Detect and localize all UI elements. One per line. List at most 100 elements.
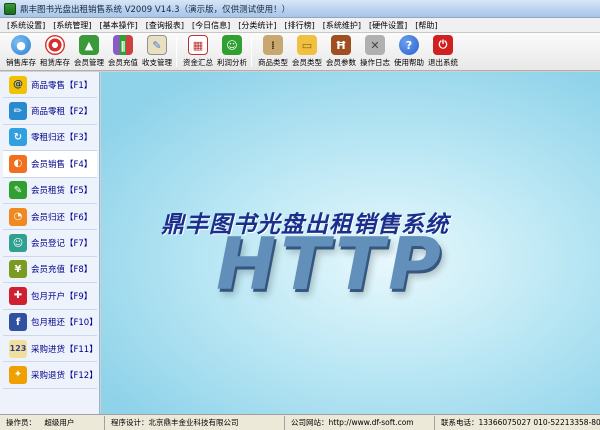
menu-bar: [系统设置] [系统管理] [基本操作] [查询报表] [今日信息] [分类统计… bbox=[0, 18, 600, 33]
rss-icon: ◔ bbox=[9, 207, 27, 226]
numbers-icon: 123 bbox=[9, 339, 27, 358]
sidebar-item-member-recharge[interactable]: ¥ 会员充值【F8】 bbox=[3, 257, 97, 284]
sidebar-item-monthly-open[interactable]: ✚ 包月开户【F9】 bbox=[3, 283, 97, 310]
status-operator: 操作员： 超级用户 bbox=[0, 415, 105, 430]
toolbar-product-types-button[interactable]: ⁞ 商品类型 bbox=[256, 35, 290, 68]
status-phone: 联系电话：13366075027 010-52213358-801 bbox=[441, 417, 600, 427]
toolbar: ● 销售库存 租赁库存 ▲ 会员管理 ‖ 会员充值 ✎ 收支管理 ▦ 资金汇总 … bbox=[0, 33, 600, 71]
sidebar-item-label: 包月租还【F10】 bbox=[31, 318, 98, 329]
sidebar-item-label: 采购进货【F11】 bbox=[31, 344, 98, 355]
pencil-icon: ✏ bbox=[9, 102, 27, 121]
http-logo: HTTP bbox=[216, 222, 445, 306]
menu-today-info[interactable]: [今日信息] bbox=[188, 20, 234, 31]
title-bar: 鼎丰图书光盘出租销售系统 V2009 V14.3（演示版，仅供测试使用！） bbox=[0, 0, 600, 18]
sidebar-item-label: 采购退货【F12】 bbox=[31, 370, 98, 381]
members-icon: ▲ bbox=[79, 35, 99, 55]
sidebar-item-member-return[interactable]: ◔ 会员归还【F6】 bbox=[3, 204, 97, 231]
menu-hardware-settings[interactable]: [硬件设置] bbox=[365, 20, 411, 31]
toolbar-label: 会员管理 bbox=[74, 58, 104, 67]
toolbar-operation-log-button[interactable]: ✕ 操作日志 bbox=[358, 35, 392, 68]
medical-cross-icon: ✚ bbox=[9, 286, 27, 305]
menu-help[interactable]: [帮助] bbox=[411, 20, 441, 31]
sidebar-item-label: 商品零租【F2】 bbox=[31, 107, 93, 118]
menu-rankings[interactable]: [排行榜] bbox=[281, 20, 319, 31]
toolbar-label: 会员充值 bbox=[108, 58, 138, 67]
toolbar-label: 会员类型 bbox=[292, 58, 322, 67]
status-operator-value: 超级用户 bbox=[44, 417, 75, 427]
sidebar-item-label: 会员归还【F6】 bbox=[31, 212, 93, 223]
sidebar-item-label: 零租归还【F3】 bbox=[31, 133, 93, 144]
toolbar-member-recharge-button[interactable]: ‖ 会员充值 bbox=[106, 35, 140, 68]
toolbar-label: 使用帮助 bbox=[394, 58, 424, 67]
toolbar-label: 操作日志 bbox=[360, 58, 390, 67]
sidebar-item-label: 会员销售【F4】 bbox=[31, 159, 93, 170]
folder-icon: ▭ bbox=[297, 35, 317, 55]
help-icon: ? bbox=[399, 35, 419, 55]
menu-system-maintenance[interactable]: [系统维护] bbox=[319, 20, 365, 31]
abacus-icon: ⁞ bbox=[263, 35, 283, 55]
sidebar-item-label: 会员充值【F8】 bbox=[31, 265, 93, 276]
menu-query-reports[interactable]: [查询报表] bbox=[142, 20, 188, 31]
toolbar-profit-analysis-button[interactable]: ☺ 利润分析 bbox=[215, 35, 249, 68]
toolbar-member-params-button[interactable]: Ħ 会员参数 bbox=[324, 35, 358, 68]
toolbar-label: 会员参数 bbox=[326, 58, 356, 67]
orange-shape-icon: ◐ bbox=[9, 154, 27, 173]
toolbar-member-management-button[interactable]: ▲ 会员管理 bbox=[72, 35, 106, 68]
toolbar-separator bbox=[176, 37, 177, 67]
status-bar: 操作员： 超级用户 程序设计：北京鼎丰金业科技有限公司 公司网站：http://… bbox=[0, 414, 600, 430]
sidebar-item-rental-return[interactable]: ↻ 零租归还【F3】 bbox=[3, 125, 97, 152]
menu-basic-operations[interactable]: [基本操作] bbox=[96, 20, 142, 31]
toolbar-label: 销售库存 bbox=[6, 58, 36, 67]
toolbar-member-types-button[interactable]: ▭ 会员类型 bbox=[290, 35, 324, 68]
main-banner: 鼎丰图书光盘出租销售系统 HTTP bbox=[101, 72, 600, 414]
toolbar-fund-summary-button[interactable]: ▦ 资金汇总 bbox=[181, 35, 215, 68]
calendar-icon: ▦ bbox=[188, 35, 208, 55]
toolbar-separator bbox=[251, 37, 252, 67]
person-icon: ☺ bbox=[9, 234, 27, 253]
toolbar-label: 资金汇总 bbox=[183, 58, 213, 67]
toolbar-income-expense-button[interactable]: ✎ 收支管理 bbox=[140, 35, 174, 68]
toolbar-label: 利润分析 bbox=[217, 58, 247, 67]
toolbar-label: 收支管理 bbox=[142, 58, 172, 67]
chair-icon: Ħ bbox=[331, 35, 351, 55]
menu-system-settings[interactable]: [系统设置] bbox=[3, 20, 49, 31]
sidebar-item-purchase-return[interactable]: ✦ 采购退货【F12】 bbox=[3, 362, 98, 389]
globe-icon: ● bbox=[11, 35, 31, 55]
status-operator-label: 操作员： bbox=[6, 417, 36, 427]
lightbulb-icon: ✦ bbox=[9, 365, 27, 384]
toolbar-rental-inventory-button[interactable]: 租赁库存 bbox=[38, 35, 72, 68]
tools-icon: ✕ bbox=[365, 35, 385, 55]
sidebar-item-label: 会员租赁【F5】 bbox=[31, 186, 93, 197]
status-designer: 程序设计：北京鼎丰金业科技有限公司 bbox=[105, 415, 285, 430]
toolbar-sales-inventory-button[interactable]: ● 销售库存 bbox=[4, 35, 38, 68]
toolbar-exit-button[interactable]: ⏻ 退出系统 bbox=[426, 35, 460, 68]
sidebar-item-retail-sale[interactable]: @ 商品零售【F1】 bbox=[3, 72, 97, 99]
sidebar-item-label: 会员登记【F7】 bbox=[31, 239, 93, 250]
menu-system-management[interactable]: [系统管理] bbox=[49, 20, 95, 31]
toolbar-help-button[interactable]: ? 使用帮助 bbox=[392, 35, 426, 68]
toolbar-label: 租赁库存 bbox=[40, 58, 70, 67]
power-icon: ⏻ bbox=[433, 35, 453, 55]
sidebar-item-purchase-in[interactable]: 123 采购进货【F11】 bbox=[3, 336, 98, 363]
status-website: 公司网站：http://www.df-soft.com bbox=[285, 415, 435, 430]
sidebar-item-label: 商品零售【F1】 bbox=[31, 80, 93, 91]
person-green-icon: ☺ bbox=[222, 35, 242, 55]
toolbar-label: 商品类型 bbox=[258, 58, 288, 67]
toolbar-label: 退出系统 bbox=[428, 58, 458, 67]
target-icon bbox=[45, 35, 65, 55]
app-icon bbox=[4, 2, 16, 15]
yen-icon: ¥ bbox=[9, 260, 27, 279]
menu-category-stats[interactable]: [分类统计] bbox=[234, 20, 280, 31]
sidebar-item-retail-rental[interactable]: ✏ 商品零租【F2】 bbox=[3, 98, 97, 125]
sidebar-item-label: 包月开户【F9】 bbox=[31, 291, 93, 302]
sidebar-item-member-register[interactable]: ☺ 会员登记【F7】 bbox=[3, 230, 97, 257]
refresh-icon: ↻ bbox=[9, 128, 27, 147]
window-title: 鼎丰图书光盘出租销售系统 V2009 V14.3（演示版，仅供测试使用！） bbox=[20, 4, 291, 15]
at-icon: @ bbox=[9, 75, 27, 94]
facebook-icon: f bbox=[9, 313, 27, 332]
sidebar: @ 商品零售【F1】 ✏ 商品零租【F2】 ↻ 零租归还【F3】 ◐ 会员销售【… bbox=[0, 72, 100, 414]
sidebar-item-member-rental[interactable]: ✎ 会员租赁【F5】 bbox=[3, 178, 97, 204]
notepad-edit-icon: ✎ bbox=[147, 35, 167, 55]
sidebar-item-member-sale[interactable]: ◐ 会员销售【F4】 bbox=[3, 151, 97, 178]
sidebar-item-monthly-rental[interactable]: f 包月租还【F10】 bbox=[3, 310, 98, 336]
